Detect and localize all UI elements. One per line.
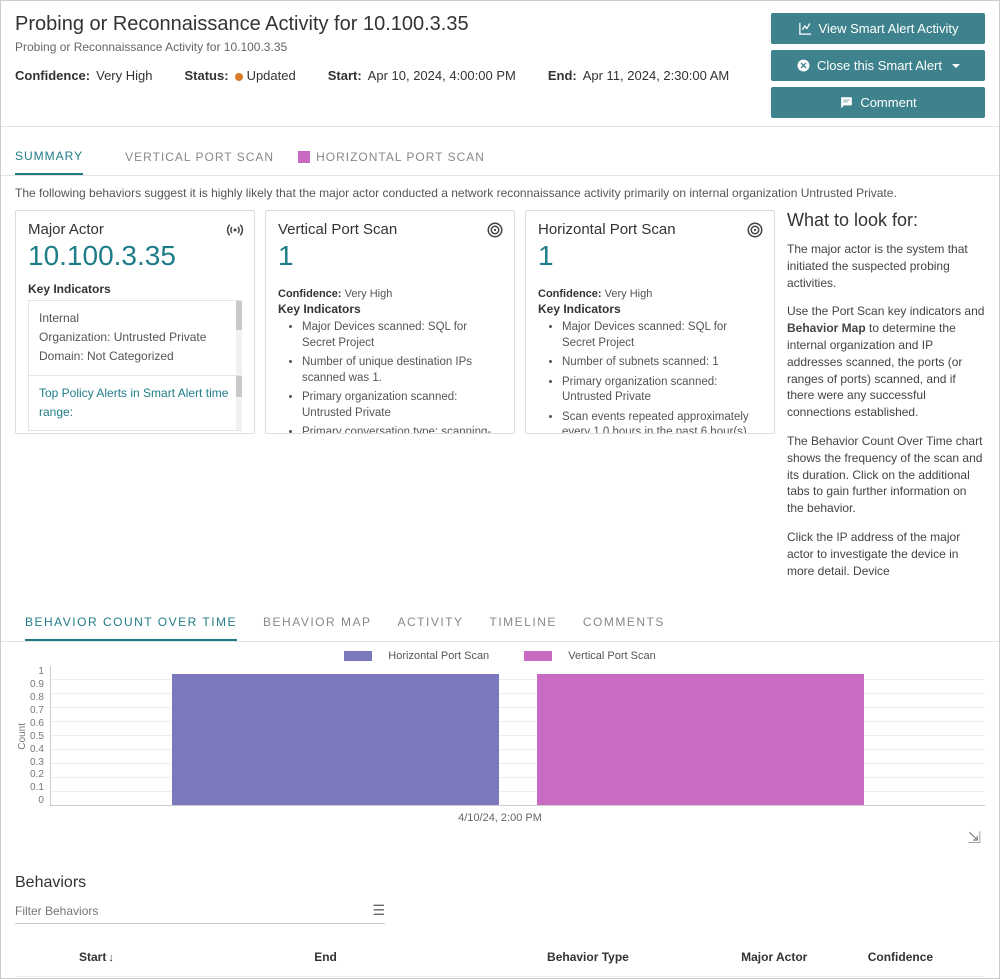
bar-vertical-port-scan[interactable] — [537, 674, 864, 805]
list-item: Number of subnets scanned: 1 — [562, 355, 762, 371]
summary-intro-text: The following behaviors suggest it is hi… — [1, 176, 999, 210]
lookfor-heading: What to look for: — [787, 210, 985, 231]
vertical-count: 1 — [278, 240, 502, 272]
tab-vertical-label: VERTICAL PORT SCAN — [125, 150, 274, 164]
legend-item-horizontal[interactable]: Horizontal Port Scan — [336, 650, 497, 662]
behavior-count-chart: Horizontal Port Scan Vertical Port Scan … — [1, 642, 999, 824]
horizontal-swatch-icon — [298, 151, 310, 163]
scrollbar[interactable] — [236, 376, 242, 430]
tab-timeline[interactable]: TIMELINE — [490, 615, 557, 641]
meta-row: Confidence: Very High Status: Updated Star… — [15, 68, 771, 83]
behaviors-heading: Behaviors — [15, 874, 985, 892]
major-actor-line-domain: Domain: Not Categorized — [39, 347, 232, 366]
view-smart-alert-activity-button[interactable]: View Smart Alert Activity — [771, 13, 985, 44]
major-actor-ip[interactable]: 10.100.3.35 — [28, 240, 242, 272]
lookfor-p4: Click the IP address of the major actor … — [787, 529, 985, 579]
end-value: Apr 11, 2024, 2:30:00 AM — [583, 68, 729, 83]
lookfor-p1: The major actor is the system that initi… — [787, 241, 985, 291]
lookfor-p2: Use the Port Scan key indicators and Beh… — [787, 303, 985, 421]
legend-swatch-icon — [344, 651, 372, 661]
tab-vertical-port-scan[interactable]: VERTICAL PORT SCAN — [107, 150, 274, 174]
legend-item-vertical[interactable]: Vertical Port Scan — [516, 650, 663, 662]
tab-summary[interactable]: SUMMARY — [15, 149, 83, 175]
vertical-conf-value: Very High — [345, 288, 393, 300]
major-actor-key-indicators-label: Key Indicators — [28, 282, 242, 296]
chart-y-ticks: 10.90.80.70.60.50.40.30.20.10 — [30, 666, 50, 806]
tab-behavior-count-over-time[interactable]: BEHAVIOR COUNT OVER TIME — [25, 615, 237, 641]
list-item: Primary organization scanned: Untrusted … — [302, 390, 502, 421]
horizontal-conf-label: Confidence: — [538, 288, 602, 300]
policy-alerts-box: Top Policy Alerts in Smart Alert time ra… — [28, 376, 242, 431]
close-alert-label: Close this Smart Alert — [817, 58, 942, 73]
view-activity-label: View Smart Alert Activity — [819, 21, 959, 36]
tab-comments[interactable]: COMMENTS — [583, 615, 665, 641]
tab-horizontal-label: HORIZONTAL PORT SCAN — [316, 150, 485, 164]
filter-behaviors-input[interactable] — [15, 904, 372, 918]
close-circle-icon — [796, 58, 811, 73]
list-item: Number of unique destination IPs scanned… — [302, 355, 502, 386]
what-to-look-for-panel: What to look for: The major actor is the… — [787, 210, 985, 591]
list-item: Major Devices scanned: SQL for Secret Pr… — [562, 320, 762, 351]
list-item: Scan events repeated approximately every… — [562, 410, 762, 434]
comment-icon — [839, 95, 854, 110]
bar-horizontal-port-scan[interactable] — [172, 674, 499, 805]
major-actor-details: Internal Organization: Untrusted Private… — [28, 300, 242, 376]
chart-x-axis-label: 4/10/24, 2:00 PM — [15, 812, 985, 824]
chart-y-axis-label: Count — [15, 723, 30, 750]
vertical-indicator-list: Major Devices scanned: SQL for Secret Pr… — [278, 320, 502, 434]
horizontal-indicator-list: Major Devices scanned: SQL for Secret Pr… — [538, 320, 762, 434]
start-label: Start: — [328, 68, 362, 83]
top-policy-alerts-link[interactable]: Top Policy Alerts in Smart Alert time ra… — [39, 384, 232, 422]
filter-icon[interactable]: ☰ — [372, 902, 385, 919]
target-icon — [486, 221, 504, 239]
lookfor-p3: The Behavior Count Over Time chart shows… — [787, 433, 985, 517]
confidence-label: Confidence: — [15, 68, 90, 83]
major-actor-line-internal: Internal — [39, 309, 232, 328]
major-actor-heading: Major Actor — [28, 221, 242, 238]
major-actor-card: Major Actor 10.100.3.35 Key Indicators I… — [15, 210, 255, 434]
status-value: Updated — [247, 68, 296, 83]
vertical-port-scan-card: Vertical Port Scan 1 Confidence: Very Hi… — [265, 210, 515, 434]
target-icon — [746, 221, 764, 239]
list-item: Primary organization scanned: Untrusted … — [562, 375, 762, 406]
col-behavior-type[interactable]: Behavior Type — [539, 938, 733, 977]
major-actor-line-org: Organization: Untrusted Private — [39, 328, 232, 347]
confidence-value: Very High — [96, 68, 152, 83]
broadcast-icon — [226, 221, 244, 239]
comment-label: Comment — [860, 95, 916, 110]
list-item: Primary conversation type: scanning-like… — [302, 425, 502, 434]
list-item: Major Devices scanned: SQL for Secret Pr… — [302, 320, 502, 351]
close-smart-alert-button[interactable]: Close this Smart Alert — [771, 50, 985, 81]
behaviors-table: Start↓ End Behavior Type Major Actor Con… — [15, 938, 985, 979]
page-title: Probing or Reconnaissance Activity for 1… — [15, 13, 771, 36]
chart-plot-area — [50, 666, 985, 806]
start-value: Apr 10, 2024, 4:00:00 PM — [368, 68, 516, 83]
col-confidence[interactable]: Confidence — [860, 938, 985, 977]
legend-swatch-icon — [524, 651, 552, 661]
tab-activity[interactable]: ACTIVITY — [398, 615, 464, 641]
page-subtitle: Probing or Reconnaissance Activity for 1… — [15, 40, 771, 54]
horizontal-count: 1 — [538, 240, 762, 272]
end-label: End: — [548, 68, 577, 83]
vertical-key-indicators-label: Key Indicators — [278, 302, 502, 316]
tab-horizontal-port-scan[interactable]: HORIZONTAL PORT SCAN — [298, 150, 485, 174]
vertical-swatch-icon — [107, 151, 119, 163]
horizontal-key-indicators-label: Key Indicators — [538, 302, 762, 316]
activity-icon — [798, 21, 813, 36]
col-major-actor[interactable]: Major Actor — [733, 938, 860, 977]
horizontal-conf-value: Very High — [605, 288, 653, 300]
sort-desc-icon: ↓ — [108, 952, 114, 964]
col-start[interactable]: Start↓ — [71, 938, 306, 977]
horizontal-card-heading: Horizontal Port Scan — [538, 221, 762, 238]
tab-behavior-map[interactable]: BEHAVIOR MAP — [263, 615, 371, 641]
scrollbar[interactable] — [236, 301, 242, 375]
vertical-conf-label: Confidence: — [278, 288, 342, 300]
status-label: Status: — [185, 68, 229, 83]
export-chart-icon[interactable]: ⇲ — [968, 828, 981, 848]
status-dot-icon — [235, 73, 243, 81]
col-end[interactable]: End — [306, 938, 539, 977]
horizontal-port-scan-card: Horizontal Port Scan 1 Confidence: Very … — [525, 210, 775, 434]
vertical-card-heading: Vertical Port Scan — [278, 221, 502, 238]
comment-button[interactable]: Comment — [771, 87, 985, 118]
